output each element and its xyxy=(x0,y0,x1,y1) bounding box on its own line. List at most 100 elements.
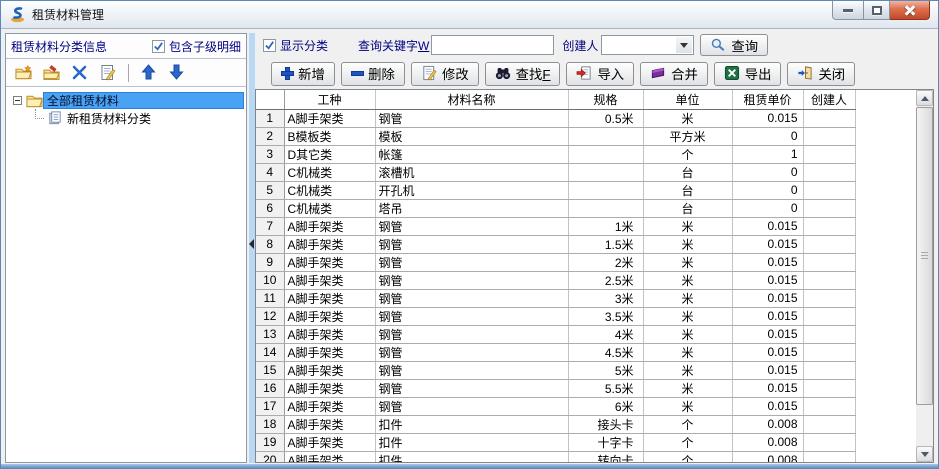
category-panel: 租赁材料分类信息 包含子级明细 xyxy=(5,33,247,463)
tree-root-label[interactable]: 全部租赁材料 xyxy=(43,92,244,109)
move-down-icon[interactable] xyxy=(169,64,186,81)
table-row[interactable]: 7A脚手架类钢管1米米0.015 xyxy=(256,217,916,235)
column-header-worktype[interactable]: 工种 xyxy=(284,90,375,109)
table-row[interactable]: 5C机械类开孔机台0 xyxy=(256,181,916,199)
filler-cell xyxy=(855,181,916,199)
table-row[interactable]: 17A脚手架类钢管6米米0.015 xyxy=(256,397,916,415)
table-cell: 个 xyxy=(643,451,732,462)
table-row[interactable]: 12A脚手架类钢管3.5米米0.015 xyxy=(256,307,916,325)
table-cell: 模板 xyxy=(375,127,568,145)
minus-icon xyxy=(351,71,364,76)
row-number-cell: 11 xyxy=(256,289,284,307)
table-row[interactable]: 2B模板类模板平方米0 xyxy=(256,127,916,145)
table-cell xyxy=(803,271,855,289)
table-cell: 0.015 xyxy=(732,307,803,325)
row-number-cell: 5 xyxy=(256,181,284,199)
merge-icon xyxy=(650,65,667,82)
table-cell xyxy=(803,343,855,361)
scrollbar-track[interactable] xyxy=(916,406,933,446)
table-cell: 钢管 xyxy=(375,361,568,379)
table-cell: C机械类 xyxy=(284,163,375,181)
table-cell: A脚手架类 xyxy=(284,397,375,415)
add-category-icon[interactable] xyxy=(15,64,32,81)
minimize-button[interactable] xyxy=(832,1,864,20)
app-icon xyxy=(9,6,26,23)
table-cell xyxy=(803,181,855,199)
column-header-spec[interactable]: 规格 xyxy=(568,90,643,109)
table-row[interactable]: 13A脚手架类钢管4米米0.015 xyxy=(256,325,916,343)
table-cell: 0.015 xyxy=(732,217,803,235)
table-cell xyxy=(803,163,855,181)
scrollbar-thumb[interactable] xyxy=(916,107,933,405)
filler-cell xyxy=(855,379,916,397)
table-cell: 1.5米 xyxy=(568,235,643,253)
combo-dropdown-button[interactable] xyxy=(676,37,692,53)
note-page-icon xyxy=(47,110,64,127)
table-row[interactable]: 20A脚手架类扣件转向卡个0.008 xyxy=(256,451,916,462)
merge-button[interactable]: 合并 xyxy=(640,62,708,86)
table-cell: 钢管 xyxy=(375,217,568,235)
table-cell: 米 xyxy=(643,325,732,343)
delete-button[interactable]: 删除 xyxy=(341,62,405,86)
column-header-rownum[interactable] xyxy=(256,90,284,109)
tree-node-root[interactable]: 全部租赁材料 xyxy=(8,91,244,109)
include-sub-checkbox[interactable] xyxy=(152,40,165,53)
column-header-price[interactable]: 租赁单价 xyxy=(732,90,803,109)
table-row[interactable]: 1A脚手架类钢管0.5米米0.015 xyxy=(256,109,916,127)
maximize-button[interactable] xyxy=(864,1,890,20)
table-row[interactable]: 3D其它类帐篷个1 xyxy=(256,145,916,163)
rename-category-icon[interactable] xyxy=(99,64,116,81)
find-button[interactable]: 查找F xyxy=(485,62,561,86)
filler-cell xyxy=(855,199,916,217)
table-cell: 钢管 xyxy=(375,271,568,289)
creator-combobox[interactable] xyxy=(601,35,694,55)
export-button[interactable]: 导出 xyxy=(714,62,782,86)
column-header-unit[interactable]: 单位 xyxy=(643,90,732,109)
collapse-expander-icon[interactable] xyxy=(13,96,22,105)
close-button[interactable] xyxy=(890,1,930,20)
table-cell: 接头卡 xyxy=(568,415,643,433)
tree-child-label[interactable]: 新租赁材料分类 xyxy=(64,110,154,127)
table-row[interactable]: 14A脚手架类钢管4.5米米0.015 xyxy=(256,343,916,361)
move-up-icon[interactable] xyxy=(141,64,158,81)
material-panel: 显示分类 查询关键字W 创建人 查询 新增 xyxy=(255,32,934,463)
table-cell: 个 xyxy=(643,145,732,163)
delete-category-icon[interactable] xyxy=(71,64,88,81)
table-cell: 塔吊 xyxy=(375,199,568,217)
material-table-area: 工种 材料名称 规格 单位 租赁单价 创建人 1A脚手架类钢管0.5米米0.01… xyxy=(255,89,934,463)
table-row[interactable]: 18A脚手架类扣件接头卡个0.008 xyxy=(256,415,916,433)
close-panel-button[interactable]: 关闭 xyxy=(787,62,855,86)
table-row[interactable]: 9A脚手架类钢管2米米0.015 xyxy=(256,253,916,271)
tree-node-child[interactable]: 新租赁材料分类 xyxy=(8,109,244,127)
table-row[interactable]: 6C机械类塔吊台0 xyxy=(256,199,916,217)
table-cell xyxy=(803,307,855,325)
table-row[interactable]: 19A脚手架类扣件十字卡个0.008 xyxy=(256,433,916,451)
table-row[interactable]: 15A脚手架类钢管5米米0.015 xyxy=(256,361,916,379)
row-number-cell: 2 xyxy=(256,127,284,145)
filler-cell xyxy=(855,217,916,235)
vertical-scrollbar[interactable] xyxy=(916,90,933,462)
table-cell: 扣件 xyxy=(375,415,568,433)
column-header-material[interactable]: 材料名称 xyxy=(375,90,568,109)
splitter-collapse-icon[interactable] xyxy=(249,239,254,249)
table-cell: 0.015 xyxy=(732,109,803,127)
show-category-checkbox[interactable] xyxy=(263,39,276,52)
scroll-up-button[interactable] xyxy=(916,90,933,106)
row-number-cell: 20 xyxy=(256,451,284,462)
scroll-down-button[interactable] xyxy=(916,446,933,462)
table-row[interactable]: 10A脚手架类钢管2.5米米0.015 xyxy=(256,271,916,289)
table-body: 1A脚手架类钢管0.5米米0.0152B模板类模板平方米03D其它类帐篷个14C… xyxy=(256,109,916,462)
table-row[interactable]: 16A脚手架类钢管5.5米米0.015 xyxy=(256,379,916,397)
add-button[interactable]: 新增 xyxy=(271,62,335,86)
keyword-input[interactable] xyxy=(431,35,554,55)
edit-category-icon[interactable] xyxy=(43,64,60,81)
column-header-creator[interactable]: 创建人 xyxy=(803,90,855,109)
titlebar[interactable]: 租赁材料管理 xyxy=(1,1,938,29)
modify-button[interactable]: 修改 xyxy=(411,62,479,86)
table-row[interactable]: 4C机械类滚槽机台0 xyxy=(256,163,916,181)
search-button[interactable]: 查询 xyxy=(700,34,768,56)
import-button[interactable]: 导入 xyxy=(566,62,634,86)
table-row[interactable]: 11A脚手架类钢管3米米0.015 xyxy=(256,289,916,307)
table-cell: A脚手架类 xyxy=(284,109,375,127)
table-row[interactable]: 8A脚手架类钢管1.5米米0.015 xyxy=(256,235,916,253)
